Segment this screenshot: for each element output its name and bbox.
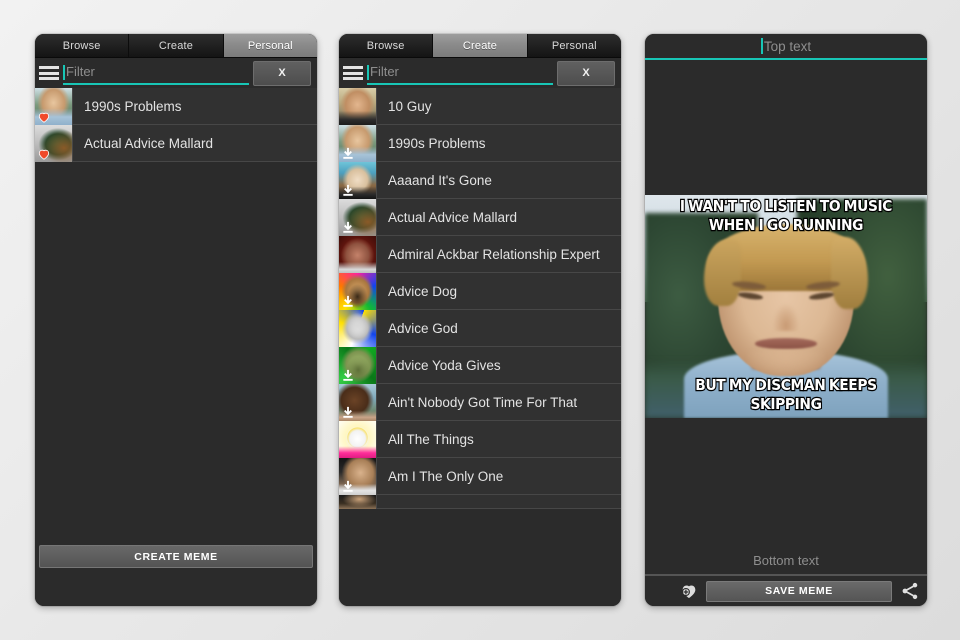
thumbnail	[35, 88, 72, 125]
tab-create[interactable]: Create	[433, 34, 528, 57]
filter-row: X	[35, 58, 317, 88]
heart-icon	[37, 110, 51, 124]
tab-personal[interactable]: Personal	[223, 34, 317, 57]
download-icon	[341, 406, 355, 420]
list-item-label: Actual Advice Mallard	[72, 125, 317, 161]
phone-panel-editor: Top text I WAN'T TO LISTEN TO MUSIC WHEN…	[645, 34, 927, 606]
editor-footer: SAVE MEME	[645, 574, 927, 606]
top-text-field[interactable]: Top text	[647, 34, 925, 58]
thumbnail	[339, 273, 376, 310]
list-item[interactable]: Am I The Only One	[339, 458, 621, 495]
download-icon	[341, 369, 355, 383]
list-item-label: Advice Yoda Gives	[376, 347, 621, 383]
create-meme-button[interactable]: CREATE MEME	[39, 545, 313, 568]
meme-bottom-text: BUT MY DISCMAN KEEPS SKIPPING	[694, 375, 878, 414]
list-item-label: Aaaand It's Gone	[376, 162, 621, 198]
top-text-field-row[interactable]: Top text	[645, 34, 927, 60]
list-item-label: Ain't Nobody Got Time For That	[376, 384, 621, 420]
tab-browse[interactable]: Browse	[339, 34, 434, 57]
tab-browse[interactable]: Browse	[35, 34, 130, 57]
screenshot-stage: Browse Create Personal X	[0, 0, 960, 640]
tab-create[interactable]: Create	[129, 34, 224, 57]
download-icon	[341, 295, 355, 309]
thumbnail	[339, 384, 376, 421]
thumbnail	[339, 199, 376, 236]
list-item[interactable]: Actual Advice Mallard	[35, 125, 317, 162]
list-item-label: Advice Dog	[376, 273, 621, 309]
meme-top-text: I WAN'T TO LISTEN TO MUSIC WHEN I GO RUN…	[679, 196, 894, 235]
heart-icon	[37, 147, 51, 161]
heart-plus-icon[interactable]	[678, 581, 699, 601]
meme-preview-image[interactable]: I WAN'T TO LISTEN TO MUSIC WHEN I GO RUN…	[645, 195, 927, 418]
list-item[interactable]: Actual Advice Mallard	[339, 199, 621, 236]
list-item-label: 10 Guy	[376, 88, 621, 124]
list-item-label	[376, 495, 621, 508]
text-caret	[760, 38, 763, 54]
download-icon	[341, 480, 355, 494]
list-item[interactable]: Admiral Ackbar Relationship Expert	[339, 236, 621, 273]
list-item-label: Actual Advice Mallard	[376, 199, 621, 235]
list-item-label: Advice God	[376, 310, 621, 346]
filter-input[interactable]	[369, 63, 553, 83]
list-item[interactable]: All The Things	[339, 421, 621, 458]
list-item[interactable]: Ain't Nobody Got Time For That	[339, 384, 621, 421]
thumbnail	[339, 495, 376, 509]
download-icon	[341, 184, 355, 198]
list-item[interactable]: 1990s Problems	[339, 125, 621, 162]
phone-panel-personal: Browse Create Personal X	[35, 34, 317, 606]
thumbnail	[339, 88, 376, 125]
list-item-label: Am I The Only One	[376, 458, 621, 494]
thumbnail	[339, 421, 376, 458]
meme-template-list[interactable]: 10 Guy 1990s Problems Aaaand It's Gone Actu…	[339, 88, 621, 606]
share-icon[interactable]	[899, 581, 921, 601]
list-item[interactable]: Advice Yoda Gives	[339, 347, 621, 384]
tab-bar: Browse Create Personal	[339, 34, 621, 58]
save-meme-button[interactable]: SAVE MEME	[706, 580, 892, 602]
list-item[interactable]: 10 Guy	[339, 88, 621, 125]
list-item-partial[interactable]	[339, 495, 621, 509]
list-item[interactable]: Advice God	[339, 310, 621, 347]
list-item[interactable]: 1990s Problems	[35, 88, 317, 125]
list-item-label: All The Things	[376, 421, 621, 457]
list-item[interactable]: Advice Dog	[339, 273, 621, 310]
list-item[interactable]: Aaaand It's Gone	[339, 162, 621, 199]
clear-filter-button[interactable]: X	[557, 60, 615, 86]
bottom-text-field[interactable]: Bottom text	[645, 553, 927, 574]
download-icon	[341, 221, 355, 235]
top-text-placeholder: Top text	[763, 38, 812, 54]
hamburger-icon[interactable]	[39, 65, 59, 81]
list-empty-space	[35, 162, 317, 545]
search-input-wrap[interactable]	[63, 61, 249, 85]
thumbnail	[35, 125, 72, 162]
download-icon	[341, 147, 355, 161]
hamburger-icon[interactable]	[343, 65, 363, 81]
tab-personal[interactable]: Personal	[527, 34, 621, 57]
tab-bar: Browse Create Personal	[35, 34, 317, 58]
thumbnail	[339, 125, 376, 162]
phone-panel-create: Browse Create Personal X 10 Guy1990s Pro…	[339, 34, 621, 606]
hamburger-icon[interactable]	[651, 584, 671, 598]
thumbnail	[339, 458, 376, 495]
clear-filter-button[interactable]: X	[253, 60, 311, 86]
list-item-label: 1990s Problems	[376, 125, 621, 161]
filter-input[interactable]	[65, 63, 249, 83]
thumbnail	[339, 162, 376, 199]
search-input-wrap[interactable]	[367, 61, 553, 85]
list-item-label: Admiral Ackbar Relationship Expert	[376, 236, 621, 272]
thumbnail	[339, 347, 376, 384]
thumbnail	[339, 236, 376, 273]
panel-bottom-space	[35, 568, 317, 606]
list-item-label: 1990s Problems	[72, 88, 317, 124]
personal-meme-list[interactable]: 1990s Problems Actual Advice Mallard	[35, 88, 317, 162]
thumbnail	[339, 310, 376, 347]
meme-canvas-area[interactable]: I WAN'T TO LISTEN TO MUSIC WHEN I GO RUN…	[645, 60, 927, 553]
create-meme-button-wrap: CREATE MEME	[35, 545, 317, 568]
filter-row: X	[339, 58, 621, 88]
